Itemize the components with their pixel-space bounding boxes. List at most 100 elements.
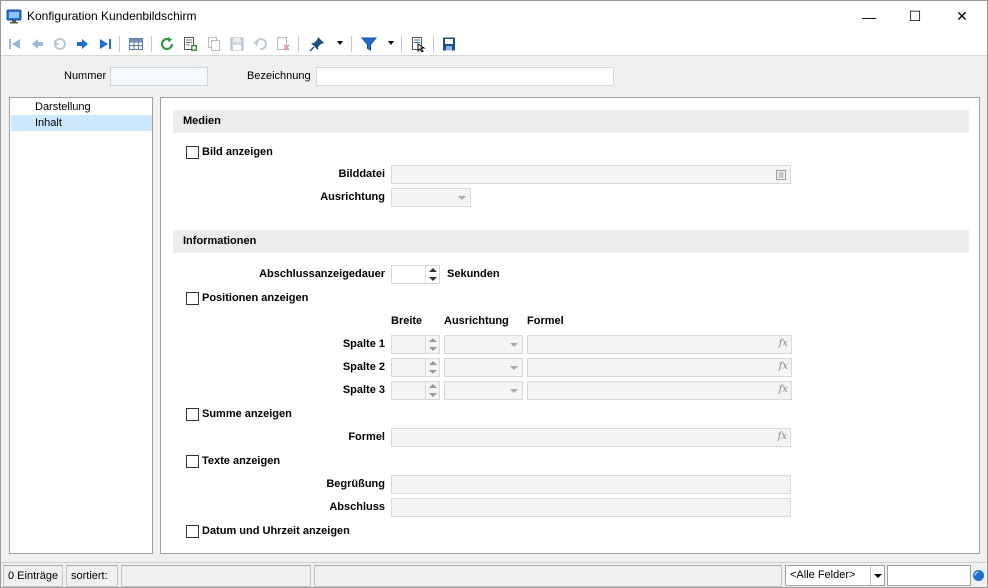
back-icon[interactable] [51, 35, 69, 53]
abschluss-text-field[interactable] [391, 498, 791, 517]
nummer-label: Nummer [64, 70, 107, 82]
last-record-icon[interactable] [96, 35, 114, 53]
navigation-tree: Darstellung Inhalt [9, 97, 153, 554]
texte-anzeigen-label: Texte anzeigen [202, 455, 281, 467]
monitor-icon [6, 9, 22, 24]
bezeichnung-field[interactable] [316, 67, 614, 86]
next-record-icon[interactable] [74, 35, 92, 53]
copy-record-icon[interactable] [205, 35, 223, 53]
content-panel: Medien Bild anzeigen Bilddatei Ausrichtu… [160, 97, 980, 554]
close-button[interactable]: ✕ [939, 1, 985, 32]
refresh-icon[interactable] [158, 35, 176, 53]
title-bar: Konfiguration Kundenbildschirm — ☐ ✕ [1, 1, 987, 32]
globe-search-icon[interactable] [972, 569, 985, 582]
formula-icon[interactable]: fx [779, 384, 788, 395]
ausrichtung-label: Ausrichtung [320, 191, 385, 203]
positionen-anzeigen-checkbox[interactable] [186, 292, 199, 305]
entries-count: 0 Einträge [3, 565, 63, 587]
toolbar [1, 32, 987, 56]
stepper-arrows-icon[interactable] [425, 266, 439, 283]
toolbar-separator [401, 36, 402, 52]
formula-icon[interactable]: fx [778, 431, 787, 442]
prev-record-icon[interactable] [28, 35, 46, 53]
col-ausrichtung-header: Ausrichtung [444, 315, 509, 327]
col-formel-header: Formel [527, 315, 564, 327]
bild-anzeigen-label: Bild anzeigen [202, 146, 273, 158]
maximize-icon: ☐ [908, 8, 922, 24]
formula-icon[interactable]: fx [779, 338, 788, 349]
section-informationen: Informationen [173, 230, 969, 253]
sekunden-label: Sekunden [447, 268, 500, 280]
minimize-button[interactable]: — [846, 1, 892, 32]
spalte-3-formel-field[interactable]: fx [527, 381, 792, 400]
quick-search-input[interactable] [887, 565, 971, 586]
new-record-icon[interactable] [181, 35, 199, 53]
ausrichtung-select[interactable] [391, 188, 471, 207]
save-icon[interactable] [228, 35, 246, 53]
search-record-icon[interactable] [409, 35, 427, 53]
summe-formel-label: Formel [348, 431, 385, 443]
begruessung-label: Begrüßung [326, 478, 385, 490]
field-filter-value: <Alle Felder> [790, 569, 856, 581]
datum-uhrzeit-checkbox[interactable] [186, 525, 199, 538]
summe-formel-field[interactable]: fx [391, 428, 791, 447]
spalte-3-ausrichtung-select[interactable] [444, 381, 523, 400]
toolbar-separator [119, 36, 120, 52]
abschlussanzeigedauer-stepper[interactable] [391, 265, 440, 284]
filter-icon[interactable] [360, 35, 378, 53]
chevron-down-icon[interactable] [870, 566, 884, 585]
spalte-1-ausrichtung-select[interactable] [444, 335, 523, 354]
status-empty-1 [121, 565, 311, 587]
bezeichnung-label: Bezeichnung [247, 70, 311, 82]
sort-status: sortiert: [66, 565, 118, 587]
chevron-down-icon [510, 389, 518, 393]
bilddatei-field[interactable] [391, 165, 791, 184]
toolbar-separator [151, 36, 152, 52]
spalte-3-label: Spalte 3 [342, 384, 385, 396]
formula-icon[interactable]: fx [779, 361, 788, 372]
spalte-2-breite-stepper[interactable] [391, 358, 440, 377]
toolbar-separator [433, 36, 434, 52]
spalte-1-formel-field[interactable]: fx [527, 335, 792, 354]
undo-icon[interactable] [251, 35, 269, 53]
summe-anzeigen-label: Summe anzeigen [202, 408, 292, 420]
spalte-1-label: Spalte 1 [342, 338, 385, 350]
chevron-down-icon [510, 343, 518, 347]
stepper-arrows-icon[interactable] [425, 359, 439, 376]
spalte-3-breite-stepper[interactable] [391, 381, 440, 400]
first-record-icon[interactable] [6, 35, 24, 53]
spalte-1-breite-stepper[interactable] [391, 335, 440, 354]
nummer-field[interactable] [110, 67, 208, 86]
delete-icon[interactable] [274, 35, 292, 53]
spalte-2-label: Spalte 2 [342, 361, 385, 373]
spalte-2-ausrichtung-select[interactable] [444, 358, 523, 377]
datum-uhrzeit-label: Datum und Uhrzeit anzeigen [202, 525, 350, 537]
begruessung-field[interactable] [391, 475, 791, 494]
pin-icon[interactable] [308, 35, 326, 53]
field-filter-select[interactable]: <Alle Felder> [785, 565, 885, 586]
table-view-icon[interactable] [127, 35, 145, 53]
status-bar: 0 Einträge sortiert: <Alle Felder> [1, 562, 987, 587]
bilddatei-label: Bilddatei [338, 168, 385, 180]
browse-file-icon[interactable] [775, 169, 787, 181]
stepper-arrows-icon[interactable] [425, 336, 439, 353]
spalte-2-formel-field[interactable]: fx [527, 358, 792, 377]
status-empty-2 [314, 565, 782, 587]
pin-dropdown-icon[interactable] [337, 41, 343, 45]
texte-anzeigen-checkbox[interactable] [186, 455, 199, 468]
bild-anzeigen-checkbox[interactable] [186, 146, 199, 159]
tree-item-inhalt[interactable]: Inhalt [11, 115, 152, 131]
toolbar-separator [351, 36, 352, 52]
filter-dropdown-icon[interactable] [388, 41, 394, 45]
window: Konfiguration Kundenbildschirm — ☐ ✕ Num… [0, 0, 988, 588]
section-medien: Medien [173, 110, 969, 133]
save-layout-icon[interactable] [440, 35, 458, 53]
stepper-arrows-icon[interactable] [425, 382, 439, 399]
abschluss-text-label: Abschluss [329, 501, 385, 513]
chevron-down-icon [458, 196, 466, 200]
maximize-button[interactable]: ☐ [892, 1, 938, 32]
window-title: Konfiguration Kundenbildschirm [27, 9, 197, 23]
summe-anzeigen-checkbox[interactable] [186, 408, 199, 421]
tree-item-darstellung[interactable]: Darstellung [11, 99, 152, 115]
col-breite-header: Breite [391, 315, 423, 327]
